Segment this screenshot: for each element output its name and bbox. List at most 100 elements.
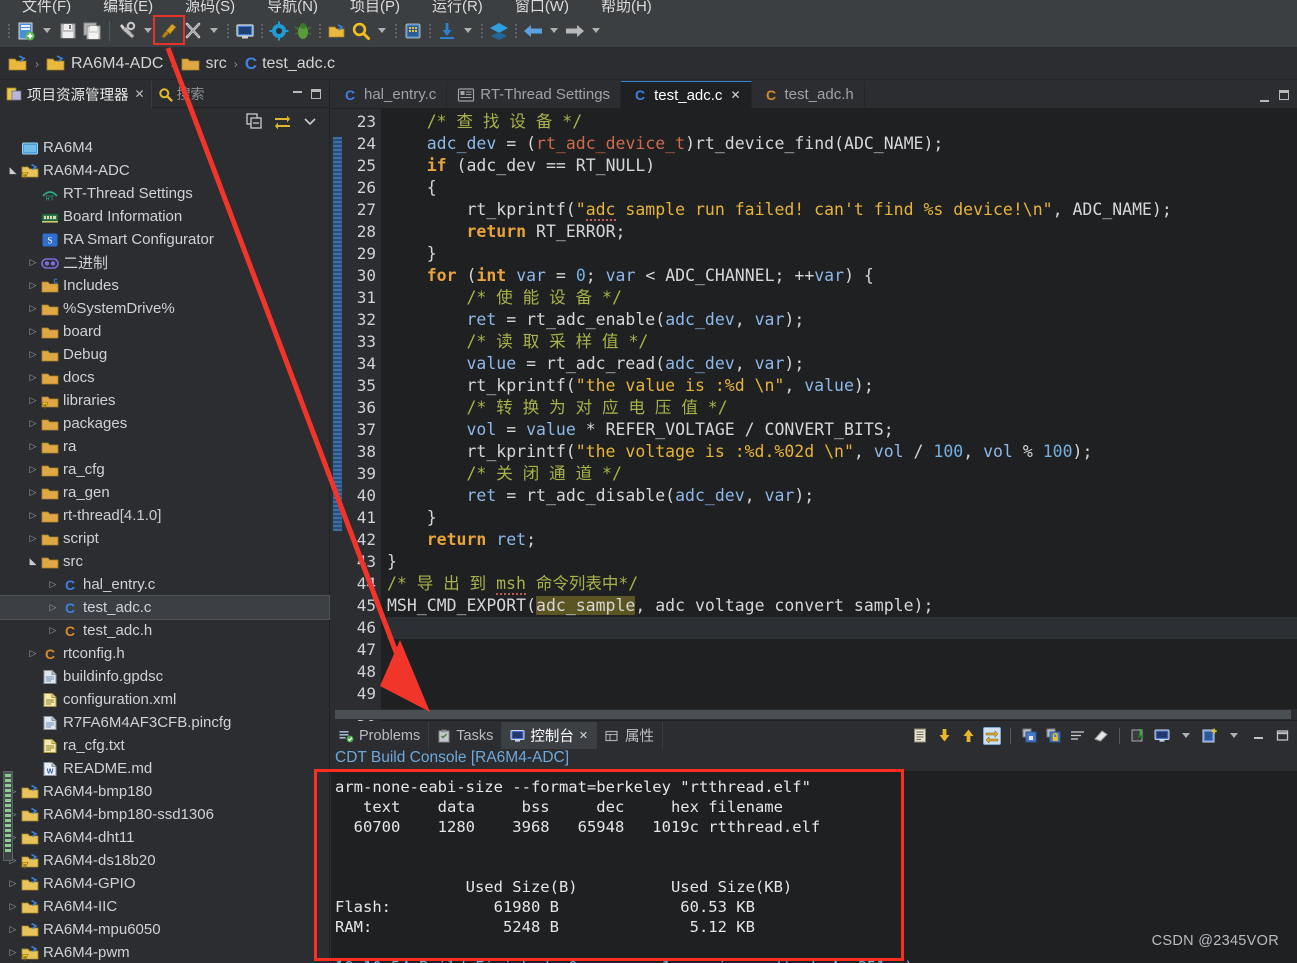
save-icon[interactable] xyxy=(56,17,80,45)
twisty-collapsed-icon[interactable]: ▷ xyxy=(26,326,40,337)
tree-item-ra-gen[interactable]: ▷ra_gen xyxy=(0,481,329,504)
code-line[interactable]: /* 关 闭 通 道 */ xyxy=(387,463,1297,485)
debug-bug-icon[interactable] xyxy=(291,17,315,45)
project-tree[interactable]: RA6M4◢RA6M4-ADCRTRT-Thread SettingsBoard… xyxy=(0,134,329,963)
display-console-icon[interactable] xyxy=(1153,727,1171,745)
code-line[interactable]: rt_kprintf("the value is :%d \n", value)… xyxy=(387,375,1297,397)
forward-arrow-icon[interactable] xyxy=(563,17,587,45)
code-line[interactable]: /* 转 换 为 对 应 电 压 值 */ xyxy=(387,397,1297,419)
twisty-collapsed-icon[interactable]: ▷ xyxy=(26,349,40,360)
toolbar-group-handle-1[interactable] xyxy=(225,21,231,41)
code-lines[interactable]: /* 查 找 设 备 */ adc_dev = (rt_adc_device_t… xyxy=(381,109,1297,721)
new-console-icon[interactable] xyxy=(1201,727,1219,745)
back-dropdown-icon[interactable] xyxy=(550,28,558,33)
forward-dropdown-icon[interactable] xyxy=(592,28,600,33)
tree-item-src[interactable]: ◢src xyxy=(0,550,329,573)
back-arrow-icon[interactable] xyxy=(521,17,545,45)
tree-item-ra[interactable]: ▷ra xyxy=(0,435,329,458)
tree-item-ra6m4-bmp180[interactable]: ▷RA6M4-bmp180 xyxy=(0,780,329,803)
tree-item-test-adc-c[interactable]: ▷Ctest_adc.c xyxy=(0,596,329,619)
download-icon[interactable] xyxy=(435,17,459,45)
new-project-icon[interactable] xyxy=(14,17,38,45)
link-with-editor-icon[interactable] xyxy=(274,113,291,129)
twisty-expanded-icon[interactable]: ◢ xyxy=(26,556,40,567)
twisty-collapsed-icon[interactable]: ▷ xyxy=(46,602,60,613)
editor-tab-test-adc-c[interactable]: Ctest_adc.c✕ xyxy=(621,81,751,108)
tree-item-ra6m4-adc[interactable]: ◢RA6M4-ADC xyxy=(0,159,329,182)
code-line[interactable]: ret = rt_adc_disable(adc_dev, var); xyxy=(387,485,1297,507)
breadcrumb-item-folder[interactable]: src xyxy=(205,55,226,73)
code-line[interactable]: } xyxy=(387,551,1297,573)
toolbar-group-handle-2[interactable] xyxy=(259,21,265,41)
build-configurations-icon[interactable] xyxy=(115,17,139,45)
folder-icon[interactable] xyxy=(181,56,200,72)
settings-gear-icon[interactable] xyxy=(267,17,291,45)
explorer-scrollbar[interactable] xyxy=(3,771,13,861)
tab-properties[interactable]: 属性 xyxy=(597,722,663,749)
download-dropdown-icon[interactable] xyxy=(464,28,472,33)
toolbar-group-handle-5[interactable] xyxy=(427,21,433,41)
toolbar-group-handle-6[interactable] xyxy=(479,21,485,41)
close-icon[interactable]: ✕ xyxy=(730,88,740,102)
code-line[interactable]: vol = value * REFER_VOLTAGE / CONVERT_BI… xyxy=(387,419,1297,441)
tree-item-rt-thread[interactable]: ▷rt-thread [4.1.0] xyxy=(0,504,329,527)
breadcrumb-item-file[interactable]: test_adc.c xyxy=(262,55,335,73)
tree-item-ra-smart-configurator[interactable]: SRA Smart Configurator xyxy=(0,228,329,251)
tree-item-libraries[interactable]: ▷libraries xyxy=(0,389,329,412)
editor-tab-test-adc-h[interactable]: Ctest_adc.h xyxy=(752,81,865,108)
code-line[interactable]: for (int var = 0; var < ADC_CHANNEL; ++v… xyxy=(387,265,1297,287)
twisty-collapsed-icon[interactable]: ▷ xyxy=(46,625,60,636)
display-console-dropdown-icon[interactable] xyxy=(1182,733,1190,738)
menu-item-edit[interactable]: 编辑(E) xyxy=(87,0,169,14)
tree-item-docs[interactable]: ▷docs xyxy=(0,366,329,389)
twisty-collapsed-icon[interactable]: ▷ xyxy=(6,924,20,935)
lock-console-icon[interactable] xyxy=(1044,727,1062,745)
code-line[interactable]: return ret; xyxy=(387,529,1297,551)
toolbar-drag-handle[interactable] xyxy=(6,21,12,41)
minimize-icon[interactable] xyxy=(293,91,302,93)
menu-item-navigate[interactable]: 导航(N) xyxy=(251,0,334,14)
maximize-icon[interactable] xyxy=(311,89,321,99)
editor-tab-rt-thread-settings[interactable]: RT-Thread Settings xyxy=(447,81,621,108)
annotation-bar[interactable] xyxy=(331,109,345,721)
save-all-icon[interactable] xyxy=(80,17,104,45)
code-line[interactable]: } xyxy=(387,507,1297,529)
tab-problems[interactable]: Problems xyxy=(331,722,429,749)
menu-item-window[interactable]: 窗口(W) xyxy=(499,0,585,14)
c-file-icon[interactable]: C xyxy=(245,54,257,74)
terminal-icon[interactable] xyxy=(233,17,257,45)
twisty-collapsed-icon[interactable]: ▷ xyxy=(26,487,40,498)
new-project-dropdown-icon[interactable] xyxy=(43,28,51,33)
layers-icon[interactable] xyxy=(487,17,511,45)
twisty-collapsed-icon[interactable]: ▷ xyxy=(26,533,40,544)
maximize-icon[interactable] xyxy=(1279,90,1289,100)
menu-item-file[interactable]: 文件(F) xyxy=(6,0,87,14)
package-icon[interactable] xyxy=(401,17,425,45)
clean-build-icon[interactable] xyxy=(181,17,205,45)
view-menu-icon[interactable] xyxy=(303,114,317,128)
tree-item-ra6m4[interactable]: RA6M4 xyxy=(0,136,329,159)
tree-item-packages[interactable]: ▷packages xyxy=(0,412,329,435)
minimize-icon[interactable] xyxy=(1260,100,1269,102)
tree-item-script[interactable]: ▷script xyxy=(0,527,329,550)
tree-item-r7fa6m4af3cfb-pincfg[interactable]: R7FA6M4AF3CFB.pincfg xyxy=(0,711,329,734)
code-line[interactable]: { xyxy=(387,177,1297,199)
twisty-collapsed-icon[interactable]: ▷ xyxy=(26,280,40,291)
editor-horizontal-scrollbar[interactable] xyxy=(331,709,1297,720)
tree-item-ra6m4-mpu6050[interactable]: ▷RA6M4-mpu6050 xyxy=(0,918,329,941)
tree-item-board[interactable]: ▷board xyxy=(0,320,329,343)
tree-item-[interactable]: ▷二进制 xyxy=(0,251,329,274)
code-line[interactable] xyxy=(387,617,1297,639)
code-line[interactable] xyxy=(387,639,1297,661)
scroll-lock-icon[interactable] xyxy=(983,727,1001,745)
breadcrumb-item-project[interactable]: RA6M4-ADC xyxy=(71,55,163,73)
tree-item-ra6m4-iic[interactable]: ▷RA6M4-IIC xyxy=(0,895,329,918)
code-line[interactable]: /* 导 出 到 msh 命令列表中*/ xyxy=(387,573,1297,595)
maximize-icon[interactable] xyxy=(1273,727,1291,745)
code-line[interactable]: rt_kprintf("the voltage is :%d.%02d \n",… xyxy=(387,441,1297,463)
code-line[interactable]: rt_kprintf("adc sample run failed! can't… xyxy=(387,199,1297,221)
toolbar-group-handle-7[interactable] xyxy=(513,21,519,41)
scroll-down-icon[interactable] xyxy=(935,727,953,745)
code-line[interactable]: /* 读 取 采 样 值 */ xyxy=(387,331,1297,353)
word-wrap-icon[interactable] xyxy=(1068,727,1086,745)
